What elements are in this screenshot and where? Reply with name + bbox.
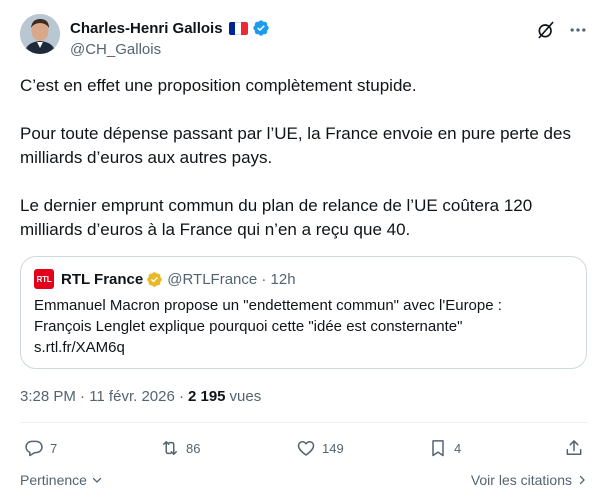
bookmark-icon <box>432 440 444 457</box>
author-name[interactable]: Charles-Henri Gallois <box>70 20 223 37</box>
like-button[interactable]: 149 <box>296 438 344 458</box>
bookmark-button[interactable]: 4 <box>428 438 461 458</box>
divider <box>20 422 588 423</box>
more-icon[interactable] <box>568 20 588 40</box>
share-icon <box>566 440 582 455</box>
tweet-paragraph: Le dernier emprunt commun du plan de rel… <box>20 196 533 239</box>
heart-icon <box>297 441 315 456</box>
repost-button[interactable]: 86 <box>160 438 200 458</box>
tweet-paragraph: Pour toute dépense passant par l’UE, la … <box>20 124 571 167</box>
verified-badge-icon <box>252 19 270 37</box>
views-label: vues <box>229 387 262 405</box>
timestamp[interactable]: 3:28 PM · 11 févr. 2026 · <box>20 388 184 405</box>
quoted-link[interactable]: s.rtl.fr/XAM6q <box>34 337 573 358</box>
view-quotes-link[interactable]: Voir les citations <box>471 472 588 488</box>
author-handle[interactable]: @CH_Gallois <box>70 41 270 58</box>
quoted-text-line: Emmanuel Macron propose un "endettement … <box>34 297 502 314</box>
gold-verified-badge-icon <box>146 271 163 288</box>
view-quotes-label: Voir les citations <box>470 472 572 488</box>
sort-dropdown[interactable]: Pertinence <box>20 472 103 488</box>
sort-label: Pertinence <box>20 472 87 488</box>
tweet-paragraph: C’est en effet une proposition complètem… <box>20 76 417 95</box>
reply-count: 7 <box>50 440 58 456</box>
quoted-text-line: François Lenglet explique pourquoi cette… <box>34 318 463 335</box>
tweet-meta: 3:28 PM · 11 févr. 2026 · 2 195 vues <box>20 386 261 406</box>
rtl-logo: RTL <box>34 269 54 289</box>
tweet-header: Charles-Henri Gallois @CH_Gallois <box>20 14 588 62</box>
quoted-tweet[interactable]: RTL RTL France @RTLFrance · 12h Emmanuel… <box>20 256 587 369</box>
grok-icon[interactable] <box>536 20 556 40</box>
author-info: Charles-Henri Gallois @CH_Gallois <box>70 18 270 58</box>
replies-footer: Pertinence Voir les citations <box>20 472 588 490</box>
reply-icon <box>25 440 43 457</box>
chevron-down-icon <box>92 477 102 483</box>
action-bar: 7 86 149 4 <box>20 438 588 462</box>
quoted-tweet-body: Emmanuel Macron propose un "endettement … <box>34 295 573 358</box>
reply-button[interactable]: 7 <box>24 438 57 458</box>
like-count: 149 <box>322 440 344 456</box>
quoted-tweet-header: RTL RTL France @RTLFrance · 12h <box>34 269 573 289</box>
quoted-author-name: RTL France <box>61 270 144 288</box>
french-flag-icon <box>228 21 248 35</box>
chevron-right-icon <box>579 475 585 485</box>
header-actions <box>536 20 588 40</box>
quoted-author-handle: @RTLFrance · 12h <box>167 270 296 288</box>
avatar[interactable] <box>20 14 60 54</box>
views-count: 2 195 <box>187 387 226 405</box>
repost-icon <box>163 441 177 455</box>
bookmark-count: 4 <box>454 440 462 456</box>
repost-count: 86 <box>186 440 201 456</box>
tweet-text: C’est en effet une proposition complètem… <box>20 74 588 242</box>
share-button[interactable] <box>564 438 584 458</box>
